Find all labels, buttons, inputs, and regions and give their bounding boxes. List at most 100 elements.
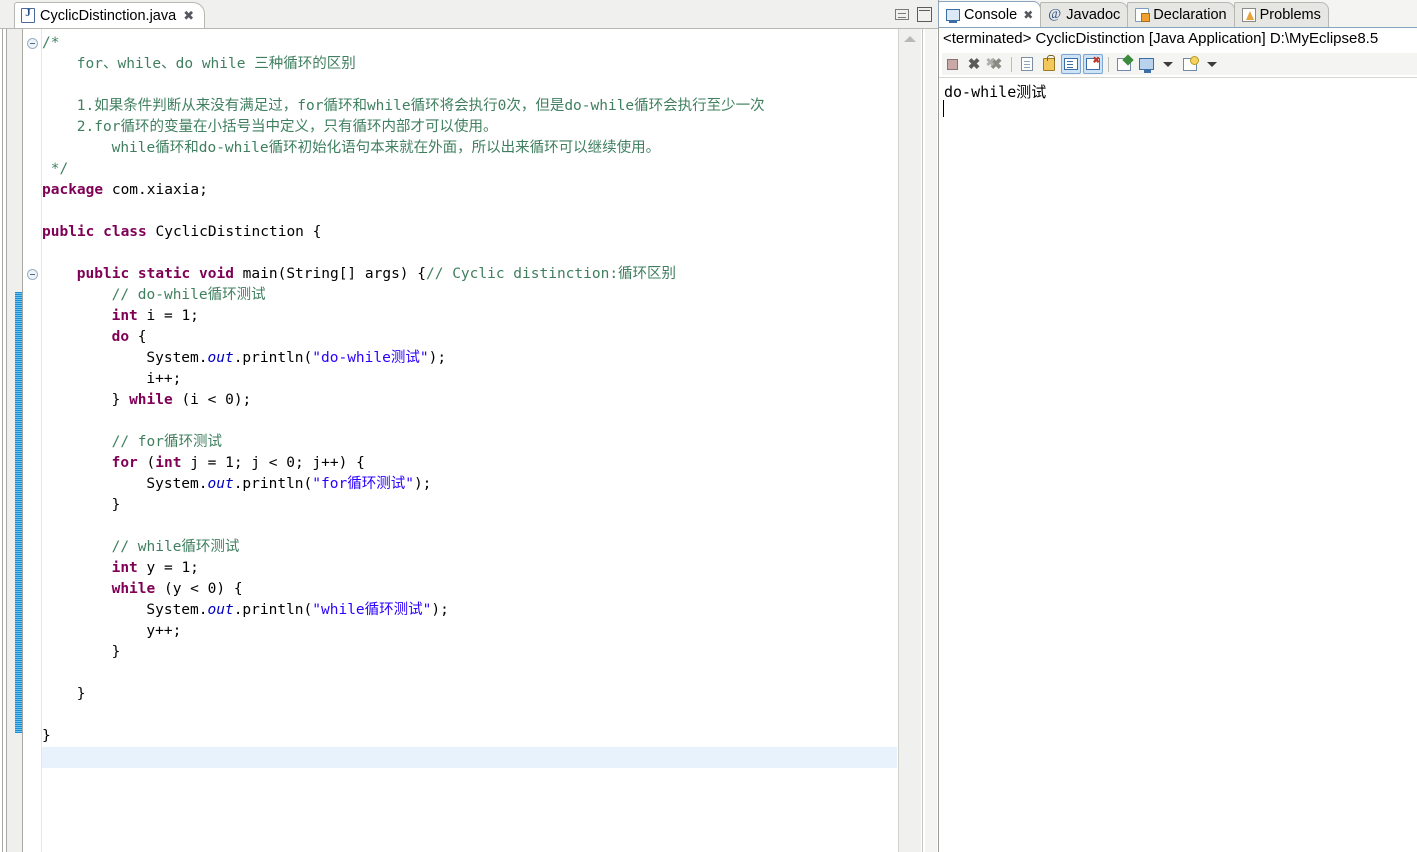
toolbar-separator-1 (1011, 56, 1012, 72)
code-line: // while循环测试 (112, 537, 240, 558)
code-line: while循环和do-while循环初始化语句本来就在外面，所以出来循环可以继续… (112, 138, 660, 159)
code-token: out (207, 476, 234, 492)
remove-icon: ✖ (967, 55, 981, 73)
code-token: { (129, 329, 147, 345)
declaration-icon (1135, 8, 1151, 22)
code-token: System. (146, 476, 208, 492)
code-line: public class CyclicDistinction { (42, 222, 321, 243)
pin-icon (1117, 57, 1131, 71)
code-token: // do-while循环测试 (111, 287, 266, 303)
code-line: // for循环测试 (112, 432, 222, 453)
current-line-highlight (42, 747, 897, 768)
code-line: 1.如果条件判断从来没有满足过，for循环和while循环将会执行0次，但是do… (77, 96, 765, 117)
code-token: while (129, 392, 173, 408)
problems-icon (1241, 8, 1256, 22)
code-token: i = 1; (137, 308, 199, 324)
scroll-up-arrow-icon[interactable] (904, 36, 916, 42)
console-tab-row: Console ✖ @ Javadoc Declaration Problems (938, 0, 1417, 27)
code-token: i++; (146, 371, 182, 387)
console-output-text: do-while测试 (944, 83, 1047, 101)
show-console-on-error-button[interactable] (1083, 54, 1103, 74)
code-token: j = 1; j < 0; j++) { (181, 455, 365, 471)
maximize-button[interactable] (917, 7, 932, 22)
java-file-icon (21, 7, 35, 23)
code-token: System. (146, 350, 208, 366)
editor-change-gutter[interactable] (7, 29, 28, 852)
code-line: 2.for循环的变量在小括号当中定义，只有循环内部才可以使用。 (77, 117, 498, 138)
code-token: int (111, 560, 138, 576)
editor-left-divider-outer (2, 29, 3, 852)
editor-annotation-ruler[interactable] (925, 29, 937, 852)
editor-area: CyclicDistinction.java ✖ /* for、while、do … (0, 0, 938, 852)
tab-declaration[interactable]: Declaration (1127, 2, 1235, 27)
code-token: } (111, 497, 121, 513)
code-line: y++; (146, 621, 181, 642)
javadoc-icon: @ (1048, 7, 1062, 22)
console-output-area[interactable]: do-while测试 (939, 77, 1417, 852)
display-console-icon (1138, 58, 1154, 73)
editor-folding-gutter[interactable] (23, 29, 42, 852)
show-console-on-output-button[interactable] (1061, 54, 1081, 74)
code-token: (i < 0); (172, 392, 252, 408)
code-token: out (207, 350, 234, 366)
code-token: com.xiaxia; (103, 182, 208, 198)
editor-tab-row: CyclicDistinction.java ✖ (0, 0, 938, 28)
code-token: // while循环测试 (111, 539, 240, 555)
close-icon[interactable]: ✖ (1023, 8, 1033, 22)
console-view-body: <terminated> CyclicDistinction [Java App… (939, 27, 1417, 852)
minimize-button[interactable] (895, 9, 909, 20)
code-token: ); (428, 350, 447, 366)
console-toolbar: ✖ ✖ (942, 53, 1417, 75)
code-line: do { (112, 327, 147, 348)
editor-tab-cyclicdistinction[interactable]: CyclicDistinction.java ✖ (14, 2, 206, 28)
code-token: do (111, 329, 130, 345)
editor-vertical-scrollbar[interactable] (898, 29, 921, 852)
tab-console[interactable]: Console ✖ (938, 1, 1042, 27)
console-caret (943, 100, 944, 117)
tab-label: Declaration (1153, 7, 1227, 23)
remove-launch-button[interactable]: ✖ (964, 54, 984, 74)
code-token: ); (431, 602, 449, 618)
code-token: .println( (233, 476, 313, 492)
close-icon[interactable]: ✖ (183, 9, 194, 22)
code-token: y++; (146, 623, 182, 639)
fold-collapse-icon[interactable] (27, 269, 38, 280)
code-line: /* (42, 33, 59, 54)
code-line: System.out.println("for循环测试"); (146, 474, 431, 495)
clear-console-button[interactable] (1017, 54, 1037, 74)
code-token: "for循环测试" (312, 476, 414, 492)
code-token: } (111, 644, 121, 660)
tab-problems[interactable]: Problems (1233, 2, 1329, 27)
code-line: int i = 1; (112, 306, 199, 327)
new-console-icon (1183, 55, 1199, 71)
code-token: */ (42, 161, 69, 177)
tab-javadoc[interactable]: @ Javadoc (1040, 2, 1129, 27)
open-console-dropdown[interactable] (1202, 54, 1222, 74)
open-console-button[interactable] (1180, 54, 1200, 74)
pin-console-button[interactable] (1114, 54, 1134, 74)
display-selected-console-button[interactable] (1136, 54, 1156, 74)
toolbar-separator-2 (1108, 56, 1109, 72)
fold-collapse-icon[interactable] (27, 38, 38, 49)
code-line: } (42, 726, 51, 747)
code-line: int y = 1; (112, 558, 199, 579)
code-token: public static void (76, 266, 234, 282)
eclipse-workbench: CyclicDistinction.java ✖ /* for、while、do … (0, 0, 1417, 852)
code-token: // for循环测试 (111, 434, 222, 450)
display-console-dropdown[interactable] (1158, 54, 1178, 74)
code-token: ( (137, 455, 156, 471)
chevron-down-icon (1163, 61, 1173, 67)
code-line: } (77, 684, 86, 705)
code-token: } (42, 728, 51, 744)
scroll-lock-button[interactable] (1039, 54, 1059, 74)
code-line: System.out.println("do-while测试"); (146, 348, 446, 369)
code-line: i++; (146, 369, 181, 390)
code-token: package (42, 182, 104, 198)
terminate-button[interactable] (942, 54, 962, 74)
code-token: 1.如果条件判断从来没有满足过，for循环和while循环将会执行0次，但是do… (76, 98, 765, 114)
code-line: System.out.println("while循环测试"); (146, 600, 448, 621)
code-editor-canvas[interactable]: /* for、while、do while 三种循环的区别 1.如果条件判断从来没有… (42, 29, 897, 852)
code-token: System. (146, 602, 208, 618)
remove-all-terminated-button[interactable]: ✖ (986, 54, 1006, 74)
code-token: /* (42, 35, 60, 51)
